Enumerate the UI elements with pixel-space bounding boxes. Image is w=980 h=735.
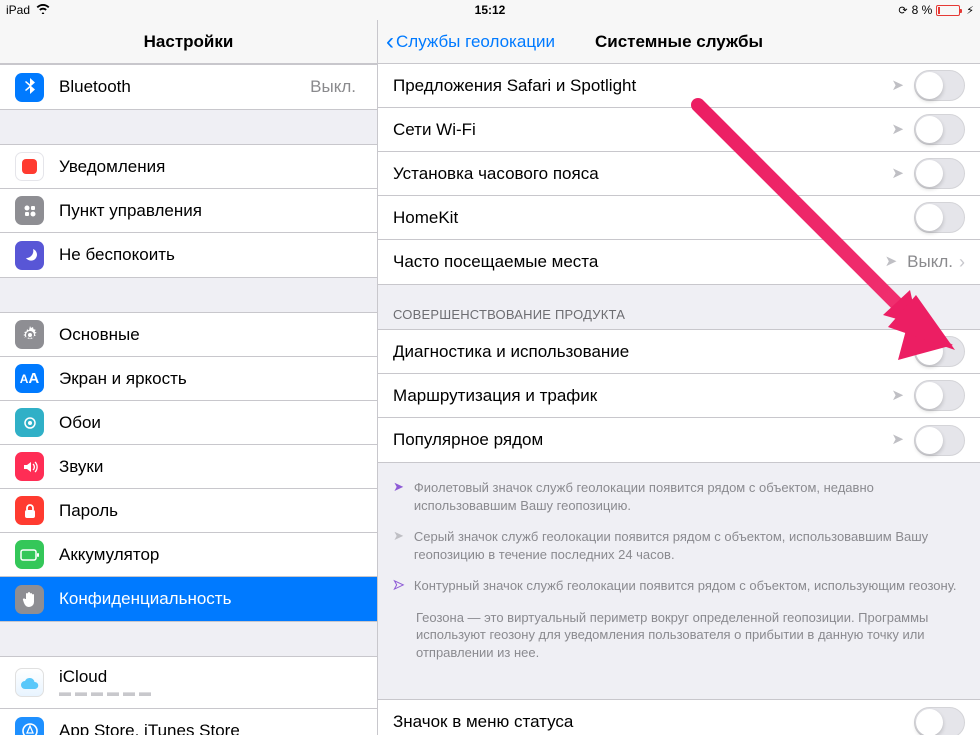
device-label: iPad bbox=[6, 3, 30, 17]
location-arrow-icon: ➤ bbox=[891, 120, 904, 138]
battery-icon bbox=[936, 5, 960, 16]
speaker-icon bbox=[15, 452, 44, 481]
wallpaper-icon bbox=[15, 408, 44, 437]
settings-scroll[interactable]: Bluetooth Выкл. Уведомления Пункт управл… bbox=[0, 64, 377, 735]
detail-pane: ‹ Службы геолокации Системные службы Пре… bbox=[378, 20, 980, 735]
charging-icon: ⚡︎ bbox=[966, 4, 974, 17]
location-arrow-icon: ➤ bbox=[891, 76, 904, 94]
icloud-row[interactable]: iCloud ▬▬▬▬▬▬ bbox=[0, 657, 377, 709]
back-button[interactable]: ‹ Службы геолокации bbox=[386, 30, 555, 54]
popular-nearby-toggle[interactable] bbox=[914, 425, 965, 456]
back-label: Службы геолокации bbox=[396, 32, 555, 52]
gear-icon bbox=[15, 320, 44, 349]
footer-notes: ➤ Фиолетовый значок служб геолокации поя… bbox=[378, 463, 980, 699]
battery-settings-icon bbox=[15, 540, 44, 569]
homekit-toggle[interactable] bbox=[914, 202, 965, 233]
bluetooth-label: Bluetooth bbox=[59, 77, 310, 97]
timezone-row[interactable]: Установка часового пояса ➤ bbox=[378, 152, 980, 196]
control-center-row[interactable]: Пункт управления bbox=[0, 189, 377, 233]
settings-title: Настройки bbox=[144, 32, 234, 52]
location-arrow-outline-icon: ➤ bbox=[393, 576, 404, 594]
display-row[interactable]: AA Экран и яркость bbox=[0, 357, 377, 401]
status-bar: iPad 15:12 ⟳ 8 % ⚡︎ bbox=[0, 0, 980, 20]
settings-master-pane: Настройки Bluetooth Выкл. Уведом bbox=[0, 20, 378, 735]
passcode-row[interactable]: Пароль bbox=[0, 489, 377, 533]
icloud-icon bbox=[15, 668, 44, 697]
notifications-row[interactable]: Уведомления bbox=[0, 145, 377, 189]
hand-icon bbox=[15, 585, 44, 614]
sounds-row[interactable]: Звуки bbox=[0, 445, 377, 489]
battery-row[interactable]: Аккумулятор bbox=[0, 533, 377, 577]
frequent-locations-row[interactable]: Часто посещаемые места ➤ Выкл. › bbox=[378, 240, 980, 284]
status-icon-row[interactable]: Значок в меню статуса bbox=[378, 700, 980, 735]
control-center-icon bbox=[15, 196, 44, 225]
bluetooth-row[interactable]: Bluetooth Выкл. bbox=[0, 65, 377, 109]
dnd-row[interactable]: Не беспокоить bbox=[0, 233, 377, 277]
diagnostics-toggle[interactable] bbox=[914, 336, 965, 367]
location-arrow-icon: ➤ bbox=[891, 164, 904, 182]
display-icon: AA bbox=[15, 364, 44, 393]
orientation-lock-icon: ⟳ bbox=[898, 4, 907, 17]
icloud-sublabel: ▬▬▬▬▬▬ bbox=[59, 685, 155, 699]
location-arrow-icon: ➤ bbox=[885, 252, 898, 270]
battery-percent: 8 % bbox=[912, 3, 933, 17]
chevron-left-icon: ‹ bbox=[386, 30, 394, 54]
wallpaper-row[interactable]: Обои bbox=[0, 401, 377, 445]
safari-spotlight-toggle[interactable] bbox=[914, 70, 965, 101]
settings-header: Настройки bbox=[0, 20, 377, 64]
routing-traffic-toggle[interactable] bbox=[914, 380, 965, 411]
privacy-row[interactable]: Конфиденциальность bbox=[0, 577, 377, 621]
general-row[interactable]: Основные bbox=[0, 313, 377, 357]
location-arrow-purple-icon: ➤ bbox=[393, 478, 404, 513]
bluetooth-icon bbox=[15, 73, 44, 102]
detail-title: Системные службы bbox=[595, 32, 763, 52]
routing-traffic-row[interactable]: Маршрутизация и трафик ➤ bbox=[378, 374, 980, 418]
location-arrow-gray-icon: ➤ bbox=[393, 527, 404, 562]
diagnostics-row[interactable]: Диагностика и использование bbox=[378, 330, 980, 374]
homekit-row[interactable]: HomeKit bbox=[378, 196, 980, 240]
wifi-networks-toggle[interactable] bbox=[914, 114, 965, 145]
appstore-icon bbox=[15, 717, 44, 735]
location-arrow-icon: ➤ bbox=[891, 386, 904, 404]
detail-header: ‹ Службы геолокации Системные службы bbox=[378, 20, 980, 64]
appstore-row[interactable]: App Store, iTunes Store bbox=[0, 709, 377, 735]
lock-icon bbox=[15, 496, 44, 525]
wifi-networks-row[interactable]: Сети Wi-Fi ➤ bbox=[378, 108, 980, 152]
frequent-locations-value: Выкл. bbox=[907, 252, 953, 272]
location-arrow-icon: ➤ bbox=[891, 430, 904, 448]
popular-nearby-row[interactable]: Популярное рядом ➤ bbox=[378, 418, 980, 462]
safari-spotlight-row[interactable]: Предложения Safari и Spotlight ➤ bbox=[378, 64, 980, 108]
product-improvement-header: СОВЕРШЕНСТВОВАНИЕ ПРОДУКТА bbox=[378, 285, 980, 329]
chevron-right-icon: › bbox=[959, 252, 965, 273]
bluetooth-value: Выкл. bbox=[310, 77, 356, 97]
notifications-icon bbox=[15, 152, 44, 181]
detail-scroll[interactable]: Предложения Safari и Spotlight ➤ Сети Wi… bbox=[378, 64, 980, 735]
status-icon-toggle[interactable] bbox=[914, 707, 965, 735]
moon-icon bbox=[15, 241, 44, 270]
timezone-toggle[interactable] bbox=[914, 158, 965, 189]
wifi-icon bbox=[36, 3, 50, 17]
clock: 15:12 bbox=[329, 3, 652, 17]
